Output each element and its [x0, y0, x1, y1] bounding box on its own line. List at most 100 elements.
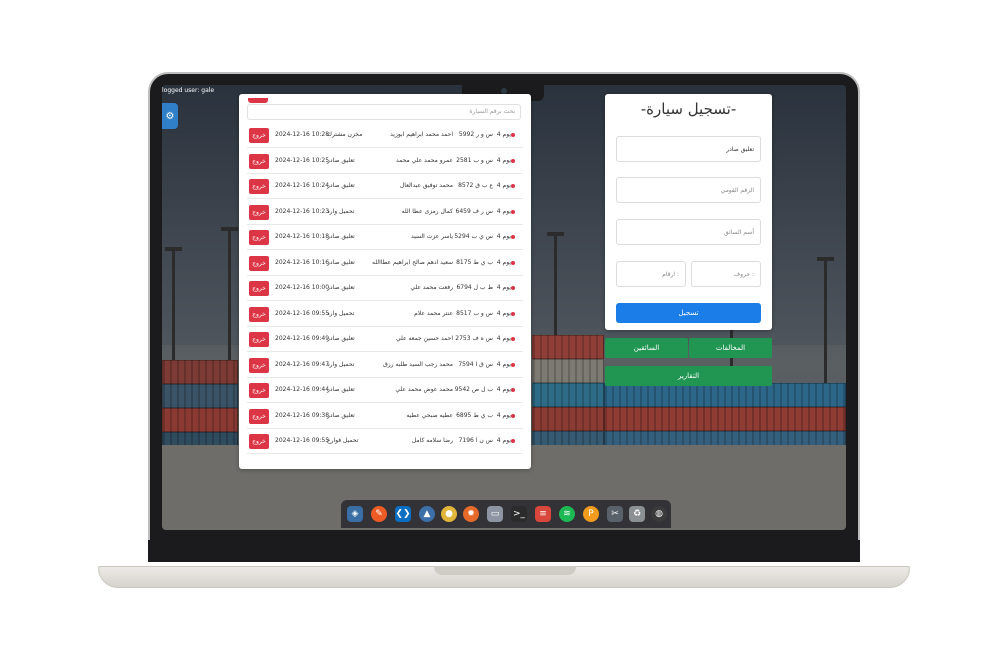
exit-button[interactable]: خروج [249, 255, 269, 271]
row-driver: كمال رمزى عطا الله [401, 207, 453, 215]
row-status: تحميل وارد [327, 360, 355, 368]
form-title: -تسجيل سيارة- [640, 100, 737, 118]
shipping-container [162, 360, 238, 384]
row-duration: 4 يوم [496, 437, 511, 444]
status-dot-icon [511, 311, 515, 316]
national-id-input[interactable]: الرقم القومي [616, 177, 761, 203]
ubuntu-icon[interactable]: ◍ [651, 506, 667, 522]
submit-button[interactable]: تسجيل [616, 303, 761, 323]
postman-icon[interactable]: ✎ [371, 506, 387, 522]
list-item: خروج 2024-12-16 10:00 تعليق صادر رفعت محمد … [247, 276, 523, 301]
list-item: خروج 2024-12-16 09:44 تعليق صادر محمد عوض م… [247, 378, 523, 403]
row-status: تعليق صادر [327, 284, 355, 291]
exit-button[interactable]: خروج [249, 357, 269, 373]
row-duration: 4 يوم [496, 182, 511, 189]
shipping-container [532, 383, 604, 407]
row-status: تحميل فوارغ [327, 437, 359, 444]
exit-button[interactable]: خروج [249, 128, 269, 143]
todoist-icon[interactable]: ≡ [535, 506, 551, 522]
type-select[interactable]: تعليق صادر [616, 136, 761, 162]
status-dot-icon [511, 133, 515, 137]
driver-name-input[interactable]: أسم السائق [616, 219, 761, 245]
plate-numbers-input[interactable]: ارقام : [616, 261, 686, 287]
exit-button[interactable]: خروج [249, 332, 269, 347]
list-item: خروج 2024-12-16 10:23 تحميل وارد كمال رمزى … [247, 200, 523, 225]
row-driver: احمد محمد ابراهيم ابوزيد [390, 131, 453, 138]
shipping-container [162, 384, 238, 408]
row-plate: ط ب ل 6794 [456, 284, 493, 291]
logged-user-label: logged user: gale [162, 87, 215, 94]
row-plate: س ي ب 5294 [454, 233, 493, 240]
exit-button[interactable]: خروج [249, 306, 269, 322]
exit-button[interactable]: خروج [249, 230, 269, 245]
row-datetime: 2024-12-16 09:55 [275, 437, 330, 444]
row-driver: محمد رجب السيد طلبه رزق [383, 360, 453, 368]
exit-button[interactable]: خروج [249, 153, 269, 169]
violations-button[interactable]: المخالفات [689, 338, 772, 358]
row-plate: س ن ا 7196 [458, 437, 493, 444]
status-dot-icon [511, 260, 515, 265]
network-icon[interactable]: ◈ [347, 506, 363, 522]
firefox-icon[interactable]: ✹ [463, 506, 479, 522]
tool-icon[interactable]: ✂ [607, 506, 623, 522]
plate-letters-input[interactable]: حروف : [691, 261, 761, 287]
status-dot-icon [511, 439, 515, 443]
app-dock: ◈ ✎ ❮❯ ▲ ● ✹ ▭ >_ ≡ ≋ P ✂ ♻ ◍ [341, 500, 671, 528]
row-plate: س ق ا 7594 [458, 360, 493, 368]
exit-button[interactable]: خروج [249, 281, 269, 296]
row-status: تعليق صادر [327, 411, 355, 419]
list-item: خروج 2024-12-16 10:24 تعليق صادر محمد توفيق… [247, 174, 523, 199]
row-datetime: 2024-12-16 09:38 [275, 411, 330, 419]
row-datetime: 2024-12-16 10:28 [275, 131, 330, 138]
row-duration: 4 يوم [496, 309, 511, 317]
row-driver: محمد عوض محمد علي [395, 386, 453, 393]
drivers-button[interactable]: السائقين [605, 338, 688, 358]
recycle-bin-icon[interactable]: ♻ [629, 506, 645, 522]
list-item: خروج 2024-12-16 10:18 تعليق صادر ياسر عزت ا… [247, 225, 523, 250]
row-driver: عطيه صبحي عطيه [406, 411, 453, 419]
spotify-icon[interactable]: ≋ [559, 506, 575, 522]
row-duration: 4 يوم [496, 131, 511, 138]
row-driver: سعيد ادهم صالح ابراهيم عطاالله [372, 258, 453, 266]
row-plate: س ه ف 2753 [455, 335, 493, 342]
row-plate: ب ل ص 9542 [454, 386, 493, 393]
files-icon[interactable]: ▭ [487, 506, 503, 522]
row-duration: 4 يوم [496, 258, 511, 266]
row-driver: احمد حسين جمعه علي [395, 335, 453, 342]
exit-button[interactable]: خروج [249, 434, 269, 449]
shipping-container [532, 407, 604, 431]
list-item: خروج 2024-12-16 09:55 تحميل وارد عنتر محمد … [247, 302, 523, 327]
exit-button[interactable]: خروج [249, 383, 269, 398]
inkscape-icon[interactable]: ▲ [419, 506, 435, 522]
row-datetime: 2024-12-16 09:49 [275, 335, 330, 342]
row-datetime: 2024-12-16 10:24 [275, 182, 330, 189]
search-input[interactable]: بحث برقم السيارة [247, 104, 521, 120]
chrome-icon[interactable]: ● [441, 506, 457, 522]
status-dot-icon [511, 235, 515, 239]
list-item: خروج 2024-12-16 10:16 تعليق صادر سعيد ادهم … [247, 251, 523, 276]
vscode-icon[interactable]: ❮❯ [395, 506, 411, 522]
exit-button[interactable]: خروج [249, 179, 269, 194]
reports-button[interactable]: التقارير [605, 366, 772, 386]
row-plate: ب ي ط 8175 [456, 258, 493, 266]
row-plate: س و ب 2581 [456, 156, 493, 164]
terminal-icon[interactable]: >_ [511, 506, 527, 522]
row-status: تحميل وارد [327, 309, 355, 317]
row-duration: 4 يوم [496, 284, 511, 291]
status-dot-icon [511, 158, 515, 163]
settings-button[interactable]: ⚙ [162, 103, 178, 129]
row-datetime: 2024-12-16 10:25 [275, 156, 330, 164]
exit-button[interactable]: خروج [249, 204, 269, 220]
row-duration: 4 يوم [496, 411, 511, 419]
list-item: خروج 2024-12-16 09:55 تحميل فوارغ رضا سلامه… [247, 429, 523, 454]
exit-button[interactable]: خروج [249, 408, 269, 424]
row-driver: رضا سلامه كامل [411, 437, 453, 444]
row-driver: محمد توفيق عبدالعال [399, 182, 453, 189]
row-status: تعليق صادر [327, 386, 355, 393]
status-dot-icon [511, 388, 515, 392]
row-datetime: 2024-12-16 09:55 [275, 309, 330, 317]
status-dot-icon [511, 413, 515, 418]
pencil-app-icon[interactable]: P [583, 506, 599, 522]
shipping-container [162, 408, 238, 432]
scroll-row-delete-button[interactable] [248, 98, 268, 103]
